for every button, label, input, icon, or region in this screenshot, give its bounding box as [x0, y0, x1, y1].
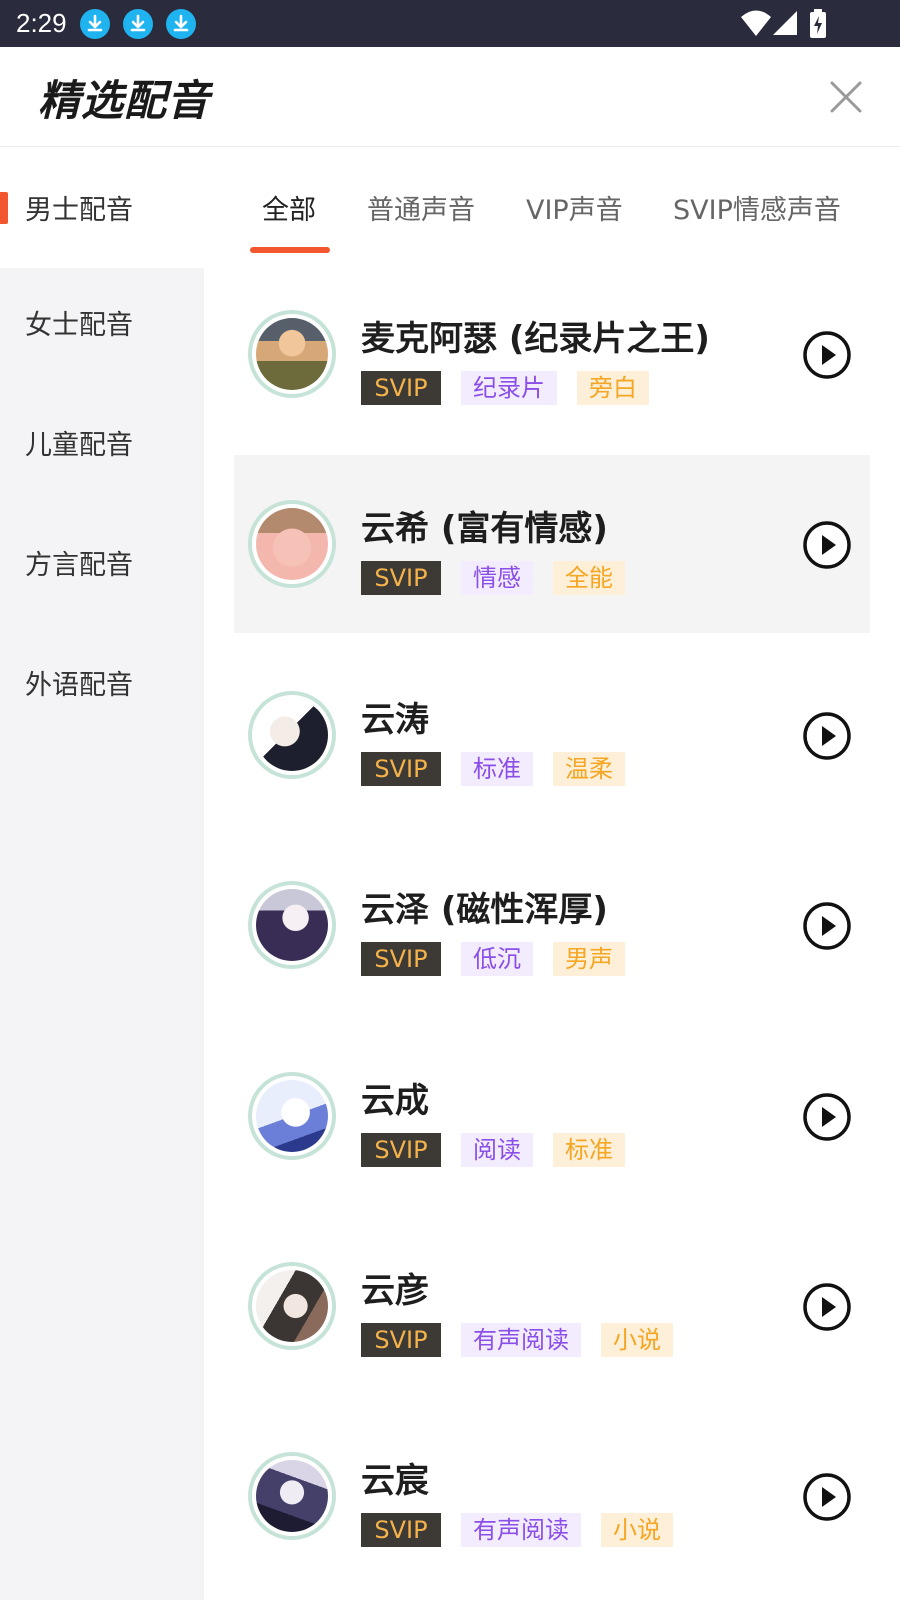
list-item[interactable]: 麦克阿瑟 (纪录片之王) SVIP 纪录片 旁白	[234, 265, 870, 443]
voice-name: 云涛	[361, 700, 429, 740]
category-tag: 男声	[553, 942, 625, 976]
tab-svip-emotional-voice[interactable]: SVIP情感声音	[673, 188, 841, 227]
style-tag: 情感	[461, 561, 533, 595]
svip-tag: SVIP	[361, 561, 441, 595]
style-tag: 有声阅读	[461, 1513, 581, 1547]
tab-underline	[250, 247, 330, 253]
svip-tag: SVIP	[361, 371, 441, 405]
battery-charging-icon	[808, 8, 828, 44]
tag-group: SVIP 低沉 男声	[361, 942, 625, 976]
list-item[interactable]: 云希 (富有情感) SVIP 情感 全能	[234, 455, 870, 633]
avatar	[248, 1262, 336, 1350]
tab-vip-voice[interactable]: VIP声音	[526, 188, 623, 227]
avatar	[248, 310, 336, 398]
avatar	[248, 691, 336, 779]
sidebar-item-female[interactable]: 女士配音	[0, 263, 204, 383]
avatar	[248, 500, 336, 588]
play-icon[interactable]	[802, 1472, 852, 1522]
category-sidebar: 男士配音 女士配音 儿童配音 方言配音 外语配音	[0, 148, 204, 1600]
wifi-icon	[740, 8, 772, 42]
tag-group: SVIP 阅读 标准	[361, 1133, 625, 1167]
category-tag: 全能	[553, 561, 625, 595]
active-indicator	[0, 192, 8, 224]
header: 精选配音	[0, 47, 900, 147]
play-icon[interactable]	[802, 711, 852, 761]
voice-name: 云宸	[361, 1461, 429, 1501]
svip-tag: SVIP	[361, 1513, 441, 1547]
page-title: 精选配音	[38, 76, 211, 125]
close-icon[interactable]	[826, 77, 866, 117]
style-tag: 低沉	[461, 942, 533, 976]
avatar	[248, 881, 336, 969]
download-icon	[123, 9, 153, 39]
sidebar-item-label: 儿童配音	[25, 430, 133, 461]
download-icon	[80, 9, 110, 39]
signal-icon	[772, 8, 798, 42]
voice-name: 云希 (富有情感)	[361, 509, 608, 549]
voice-name: 云成	[361, 1081, 429, 1121]
tag-group: SVIP 有声阅读 小说	[361, 1323, 673, 1357]
voice-name: 麦克阿瑟 (纪录片之王)	[361, 319, 710, 359]
list-item[interactable]: 云涛 SVIP 标准 温柔	[234, 646, 870, 824]
sidebar-item-label: 女士配音	[25, 310, 133, 341]
sidebar-item-label: 男士配音	[25, 195, 133, 226]
tab-normal-voice[interactable]: 普通声音	[367, 188, 475, 227]
svip-tag: SVIP	[361, 752, 441, 786]
avatar	[248, 1072, 336, 1160]
sidebar-item-foreign[interactable]: 外语配音	[0, 623, 204, 743]
style-tag: 标准	[461, 752, 533, 786]
category-tag: 旁白	[577, 371, 649, 405]
sidebar-item-male[interactable]: 男士配音	[0, 148, 204, 268]
tag-group: SVIP 有声阅读 小说	[361, 1513, 673, 1547]
category-tag: 温柔	[553, 752, 625, 786]
category-tag: 标准	[553, 1133, 625, 1167]
sidebar-item-dialect[interactable]: 方言配音	[0, 503, 204, 623]
tag-group: SVIP 纪录片 旁白	[361, 371, 649, 405]
tag-group: SVIP 情感 全能	[361, 561, 625, 595]
play-icon[interactable]	[802, 901, 852, 951]
sidebar-item-label: 方言配音	[25, 550, 133, 581]
style-tag: 阅读	[461, 1133, 533, 1167]
sidebar-item-label: 外语配音	[25, 670, 133, 701]
voice-name: 云泽 (磁性浑厚)	[361, 890, 608, 930]
style-tag: 纪录片	[461, 371, 557, 405]
list-item[interactable]: 云泽 (磁性浑厚) SVIP 低沉 男声	[234, 836, 870, 1014]
avatar	[248, 1452, 336, 1540]
play-icon[interactable]	[802, 520, 852, 570]
voice-name: 云彦	[361, 1271, 429, 1311]
svip-tag: SVIP	[361, 1133, 441, 1167]
status-time: 2:29	[16, 8, 67, 38]
tag-group: SVIP 标准 温柔	[361, 752, 625, 786]
svip-tag: SVIP	[361, 1323, 441, 1357]
category-tag: 小说	[601, 1513, 673, 1547]
play-icon[interactable]	[802, 330, 852, 380]
status-bar: 2:29	[0, 0, 900, 47]
style-tag: 有声阅读	[461, 1323, 581, 1357]
play-icon[interactable]	[802, 1092, 852, 1142]
tab-all[interactable]: 全部	[262, 188, 316, 227]
category-tag: 小说	[601, 1323, 673, 1357]
sidebar-item-children[interactable]: 儿童配音	[0, 383, 204, 503]
svip-tag: SVIP	[361, 942, 441, 976]
list-item[interactable]: 云成 SVIP 阅读 标准	[234, 1027, 870, 1205]
play-icon[interactable]	[802, 1282, 852, 1332]
list-item[interactable]: 云彦 SVIP 有声阅读 小说	[234, 1217, 870, 1395]
download-icon	[166, 9, 196, 39]
list-item[interactable]: 云宸 SVIP 有声阅读 小说	[234, 1407, 870, 1585]
